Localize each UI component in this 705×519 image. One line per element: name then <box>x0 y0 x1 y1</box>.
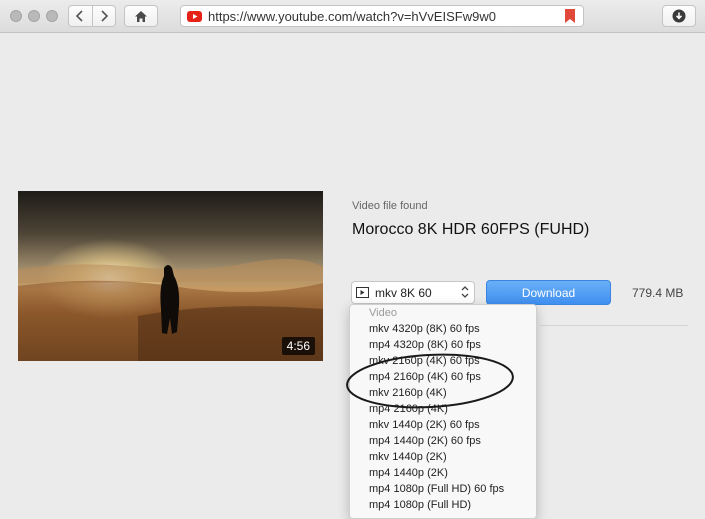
dropdown-section-header: Video <box>369 307 397 319</box>
divider <box>540 325 688 326</box>
forward-button[interactable] <box>91 6 116 26</box>
format-dropdown: Video mkv 4320p (8K) 60 fps mp4 4320p (8… <box>349 304 537 519</box>
download-button[interactable]: Download <box>486 280 611 305</box>
bookmark-icon <box>565 9 575 23</box>
url-text: https://www.youtube.com/watch?v=hVvEISFw… <box>208 8 496 24</box>
home-icon <box>135 10 147 22</box>
browser-toolbar: https://www.youtube.com/watch?v=hVvEISFw… <box>0 0 705 33</box>
format-select[interactable]: mkv 8K 60 <box>351 281 475 304</box>
dropdown-option[interactable]: mkv 2160p (4K) <box>369 387 447 399</box>
dropdown-option[interactable]: mkv 4320p (8K) 60 fps <box>369 323 480 335</box>
file-size: 779.4 MB <box>632 286 684 300</box>
chevron-updown-icon <box>461 286 469 298</box>
chevron-right-icon <box>101 10 108 22</box>
navigation-buttons <box>68 5 116 27</box>
bookmark-button[interactable] <box>565 9 575 28</box>
zoom-window-button[interactable] <box>46 10 58 22</box>
format-select-value: mkv 8K 60 <box>375 285 432 300</box>
youtube-icon <box>187 10 202 22</box>
dropdown-option[interactable]: mp4 1440p (2K) 60 fps <box>369 435 481 447</box>
chevron-left-icon <box>76 10 83 22</box>
address-bar[interactable]: https://www.youtube.com/watch?v=hVvEISFw… <box>180 5 584 27</box>
dropdown-option[interactable]: mp4 1080p (Full HD) 60 fps <box>369 483 504 495</box>
dropdown-option[interactable]: mp4 4320p (8K) 60 fps <box>369 339 481 351</box>
video-duration: 4:56 <box>281 337 315 355</box>
close-window-button[interactable] <box>10 10 22 22</box>
film-icon <box>356 287 369 298</box>
dropdown-option[interactable]: mp4 2160p (4K) <box>369 403 448 415</box>
back-button[interactable] <box>69 6 92 26</box>
home-button[interactable] <box>124 5 158 27</box>
status-label: Video file found <box>352 200 428 212</box>
desert-scene-image <box>18 258 323 361</box>
downloads-button[interactable] <box>662 5 696 27</box>
dropdown-option[interactable]: mp4 1440p (2K) <box>369 467 448 479</box>
dropdown-option[interactable]: mkv 2160p (4K) 60 fps <box>369 355 480 367</box>
video-thumbnail: 4:56 <box>18 191 323 361</box>
dropdown-option[interactable]: mkv 1440p (2K) 60 fps <box>369 419 480 431</box>
download-arrow-icon <box>672 9 686 23</box>
video-title: Morocco 8K HDR 60FPS (FUHD) <box>352 221 590 238</box>
minimize-window-button[interactable] <box>28 10 40 22</box>
dropdown-option[interactable]: mp4 2160p (4K) 60 fps <box>369 371 481 383</box>
dropdown-option[interactable]: mkv 1440p (2K) <box>369 451 447 463</box>
dropdown-option[interactable]: mp4 1080p (Full HD) <box>369 499 471 511</box>
